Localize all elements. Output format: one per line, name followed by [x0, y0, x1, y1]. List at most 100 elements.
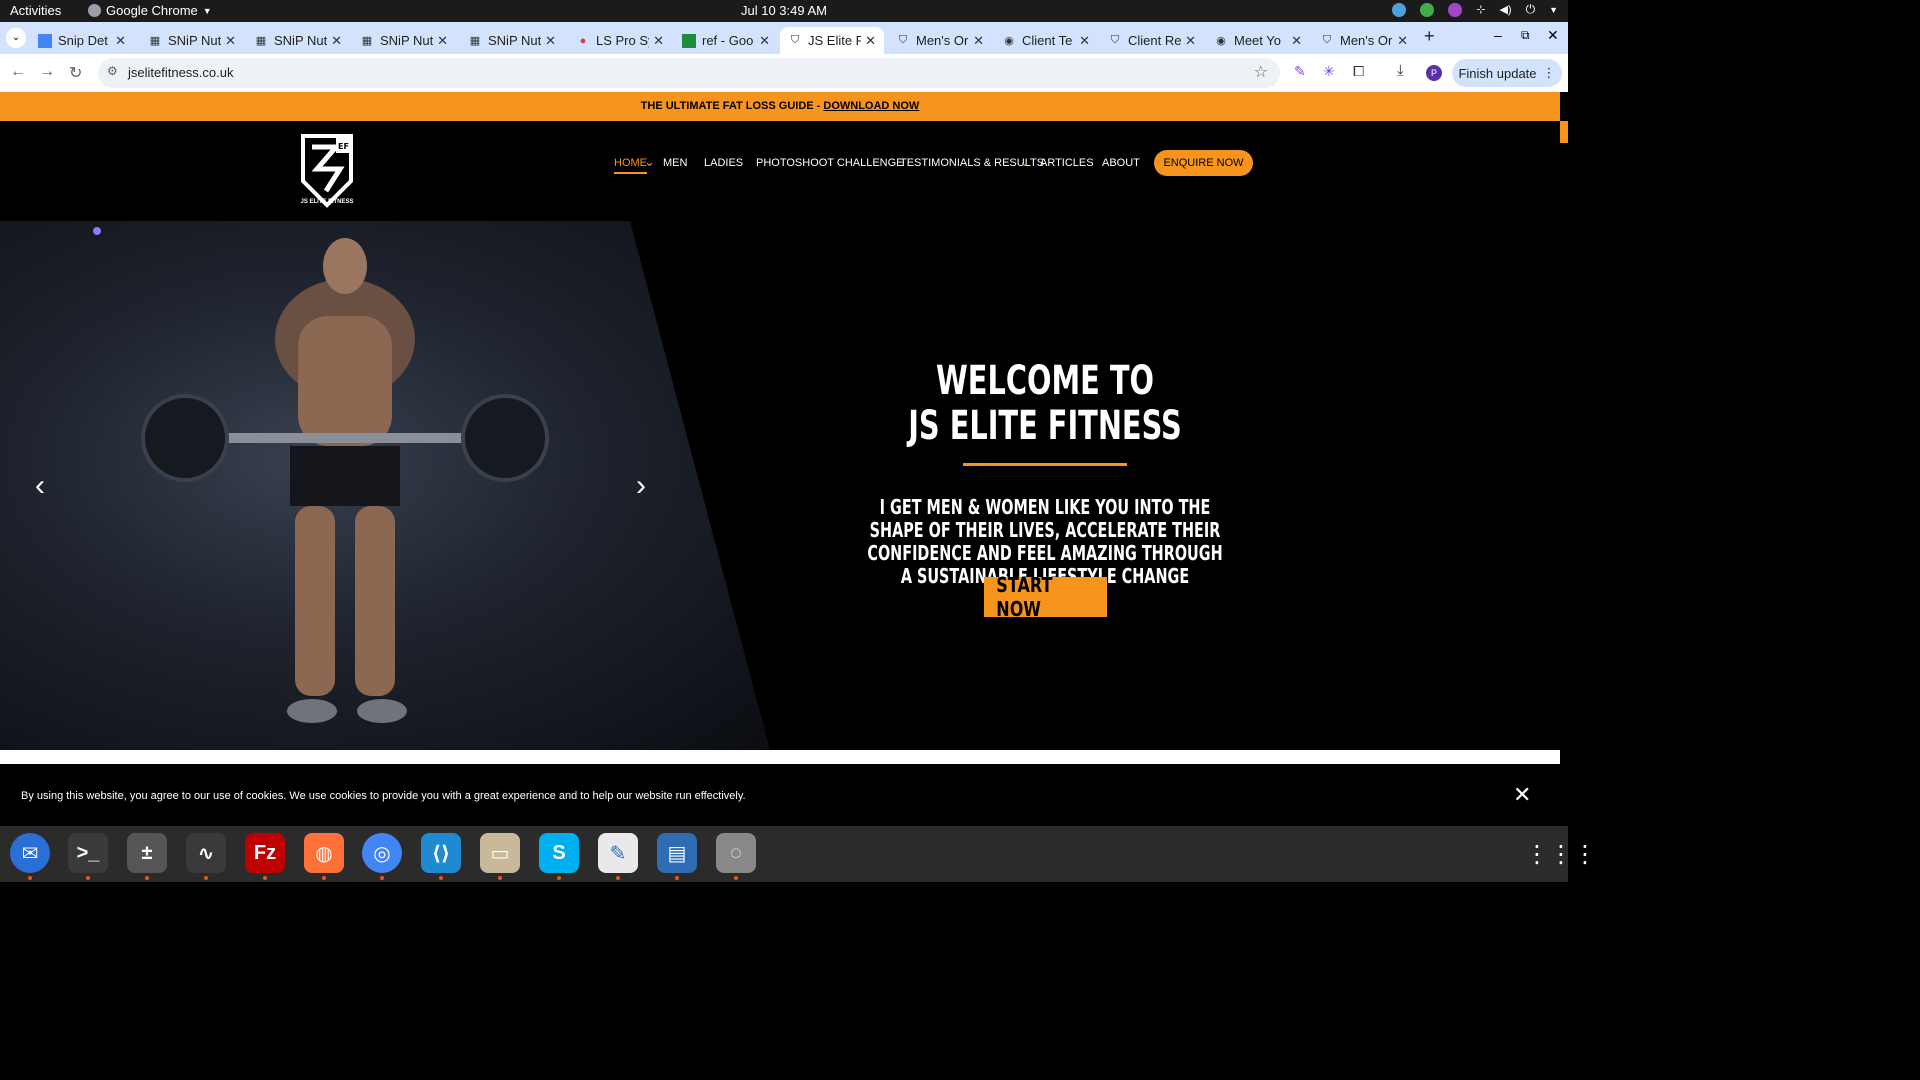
tab-title: JS Elite F — [808, 33, 862, 48]
shield-icon: ⛉ — [898, 34, 908, 46]
hero-title-line-2: JS ELITE FITNESS — [908, 403, 1182, 449]
running-indicator — [734, 876, 738, 880]
minimize-button[interactable]: – — [1494, 27, 1502, 43]
nav-photoshoot-challenge[interactable]: PHOTOSHOOT CHALLENGE — [756, 157, 904, 169]
close-tab-icon[interactable]: ✕ — [865, 33, 876, 49]
running-indicator — [675, 876, 679, 880]
clock[interactable]: Jul 10 3:49 AM — [0, 3, 1568, 18]
finish-update-button[interactable]: Finish update ⋮ — [1452, 59, 1562, 87]
download-now-link[interactable]: DOWNLOAD NOW — [823, 100, 919, 112]
text-editor-icon[interactable]: ✎ — [598, 833, 638, 873]
tab-9[interactable]: ⛉ Men's Or ✕ — [888, 27, 992, 54]
close-tab-icon[interactable]: ✕ — [115, 33, 126, 49]
app-menu[interactable]: Google Chrome ▼ — [88, 3, 212, 18]
new-tab-button[interactable]: + — [1424, 26, 1435, 47]
nav-about[interactable]: ABOUT — [1102, 157, 1140, 169]
close-tab-icon[interactable]: ✕ — [653, 33, 664, 49]
hero-photo — [0, 221, 770, 750]
close-tab-icon[interactable]: ✕ — [545, 33, 556, 49]
sync-icon[interactable] — [1392, 2, 1407, 17]
bookmark-star-icon[interactable]: ☆ — [1254, 62, 1268, 82]
nav-men[interactable]: MEN — [663, 157, 687, 169]
close-tab-icon[interactable]: ✕ — [759, 33, 770, 49]
forward-arrow-icon[interactable]: → — [39, 63, 55, 81]
tab-6[interactable]: ● LS Pro Sy ✕ — [568, 27, 672, 54]
next-slide-arrow-icon[interactable]: › — [636, 469, 646, 503]
terminal-icon[interactable]: >_ — [68, 833, 108, 873]
close-icon[interactable]: ✕ — [1513, 782, 1531, 808]
skype-icon[interactable]: S — [539, 833, 579, 873]
prev-slide-arrow-icon[interactable]: ‹ — [35, 469, 45, 503]
calculator-icon[interactable]: ± — [127, 833, 167, 873]
tab-12[interactable]: ◉ Meet Yo ✕ — [1206, 27, 1310, 54]
back-arrow-icon[interactable]: ← — [10, 63, 26, 81]
enquire-now-button[interactable]: ENQUIRE NOW — [1154, 150, 1253, 176]
close-tab-icon[interactable]: ✕ — [225, 33, 236, 49]
tab-title: LS Pro Sy — [596, 33, 650, 48]
close-tab-icon[interactable]: ✕ — [1291, 33, 1302, 49]
firefox-icon[interactable]: ◍ — [304, 833, 344, 873]
close-tab-icon[interactable]: ✕ — [437, 33, 448, 49]
filezilla-icon[interactable]: Fz — [245, 833, 285, 873]
tab-8[interactable]: ⛉ JS Elite F ✕ — [780, 27, 884, 54]
tab-strip: ⌄ Snip Det ✕ ▦ SNiP Nut ✕ ▦ SNiP Nut ✕ ▦ SNiP Nut… — [0, 22, 1568, 54]
network-icon[interactable]: ⊹ — [1476, 3, 1485, 16]
gear-extension-icon[interactable]: ✳ — [1323, 63, 1335, 80]
nav-articles[interactable]: ARTICLES — [1040, 157, 1094, 169]
close-tab-icon[interactable]: ✕ — [973, 33, 984, 49]
js-elite-logo[interactable]: EF — [300, 133, 354, 208]
profile-avatar[interactable]: P — [1426, 65, 1442, 81]
reload-icon[interactable]: ↻ — [69, 63, 82, 83]
snip-icon: ▦ — [255, 35, 267, 47]
thunderbird-icon[interactable]: ✉ — [10, 833, 50, 873]
nav-ladies[interactable]: LADIES — [704, 157, 743, 169]
tab-7[interactable]: ref - Goo ✕ — [674, 27, 778, 54]
snip-icon: ▦ — [469, 35, 481, 47]
tab-3[interactable]: ▦ SNiP Nut ✕ — [246, 27, 350, 54]
volume-icon[interactable]: ◀) — [1499, 3, 1511, 16]
tab-search-button[interactable]: ⌄ — [6, 28, 26, 48]
chrome-icon[interactable]: ◎ — [362, 833, 402, 873]
tab-13[interactable]: ⛉ Men's Or ✕ — [1312, 27, 1416, 54]
close-tab-icon[interactable]: ✕ — [1185, 33, 1196, 49]
hero-section: ‹ › WELCOME TO JS ELITE FITNESS I GET ME… — [0, 221, 1560, 750]
page-scrollbar-thumb[interactable] — [1560, 121, 1568, 143]
tab-5[interactable]: ▦ SNiP Nut ✕ — [460, 27, 564, 54]
activities-button[interactable]: Activities — [10, 3, 61, 18]
vscode-icon[interactable]: ⟨⟩ — [421, 833, 461, 873]
pen-extension-icon[interactable]: ✎ — [1294, 63, 1306, 80]
caret-down-icon[interactable]: ▼ — [1549, 5, 1558, 15]
close-tab-icon[interactable]: ✕ — [331, 33, 342, 49]
tab-title: SNiP Nut — [168, 33, 222, 48]
extensions-puzzle-icon[interactable]: ⧠ — [1353, 63, 1364, 80]
power-icon[interactable]: ⏻ — [1526, 2, 1536, 17]
tab-11[interactable]: ⛉ Client Re ✕ — [1100, 27, 1204, 54]
system-monitor-icon[interactable]: ∿ — [186, 833, 226, 873]
running-indicator — [380, 876, 384, 880]
tab-10[interactable]: ◉ Client Te ✕ — [994, 27, 1098, 54]
tab-4[interactable]: ▦ SNiP Nut ✕ — [352, 27, 456, 54]
disk-icon[interactable]: ◌ — [716, 833, 756, 873]
restore-button[interactable]: ⧉ — [1521, 28, 1530, 43]
check-shield-icon[interactable] — [1420, 2, 1435, 17]
system-top-bar: Activities Google Chrome ▼ Jul 10 3:49 A… — [0, 0, 1568, 22]
close-tab-icon[interactable]: ✕ — [1397, 33, 1408, 49]
chevron-down-icon[interactable]: ⌄ — [644, 154, 655, 170]
hero-title-line-1: WELCOME TO — [936, 358, 1154, 404]
files-icon[interactable]: ▭ — [480, 833, 520, 873]
nav-home[interactable]: HOME — [614, 157, 647, 174]
show-apps-grid-icon[interactable]: ⋮⋮⋮ — [1525, 840, 1597, 869]
tab-1[interactable]: Snip Det ✕ — [30, 27, 134, 54]
chevron-down-icon[interactable]: ⌄ — [1019, 154, 1030, 170]
address-bar[interactable]: ⚙ jselitefitness.co.uk ☆ — [98, 58, 1280, 88]
system-tray[interactable]: ⊹ ◀) ⏻ ▼ — [1392, 2, 1558, 17]
site-info-icon[interactable]: ⚙ — [107, 64, 118, 78]
start-now-button[interactable]: START NOW — [984, 573, 1107, 621]
color-app-icon[interactable] — [1448, 2, 1463, 17]
tab-2[interactable]: ▦ SNiP Nut ✕ — [140, 27, 244, 54]
close-tab-icon[interactable]: ✕ — [1079, 33, 1090, 49]
close-window-button[interactable]: ✕ — [1547, 27, 1559, 44]
document-viewer-icon[interactable]: ▤ — [657, 833, 697, 873]
download-icon[interactable]: ⤓ — [1397, 62, 1404, 79]
url-text[interactable]: jselitefitness.co.uk — [128, 65, 234, 80]
